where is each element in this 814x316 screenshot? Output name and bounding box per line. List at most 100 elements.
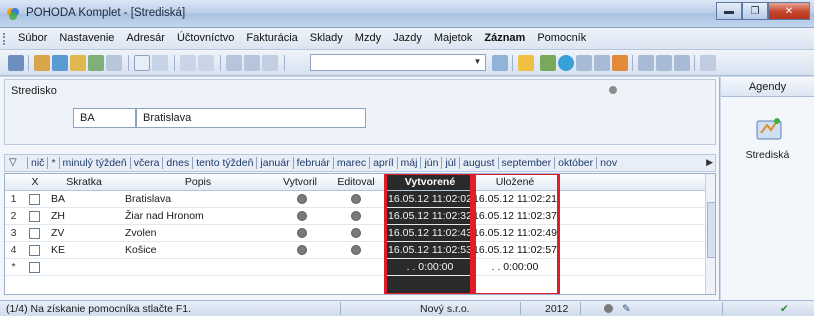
print-preview-icon[interactable] — [656, 55, 672, 71]
row-checkbox[interactable] — [29, 228, 40, 239]
filter-dnes[interactable]: dnes — [162, 157, 192, 169]
table-row[interactable]: 4 KE Košice 16.05.12 11:02:53 16.05.12 1… — [5, 242, 705, 259]
filter-icon[interactable] — [492, 55, 508, 71]
stock-icon[interactable] — [88, 55, 104, 71]
copy-icon[interactable] — [262, 55, 278, 71]
filter-april[interactable]: apríl — [369, 157, 396, 169]
forward-arrow-icon[interactable] — [198, 55, 214, 71]
col-popis[interactable]: Popis — [123, 176, 273, 188]
filter-all[interactable]: * — [47, 157, 58, 169]
quick-search-combo[interactable]: ▼ — [310, 54, 486, 71]
cell-popis: Žiar nad Hronom — [125, 210, 204, 222]
menu-nastavenie[interactable]: Nastavenie — [53, 32, 120, 44]
agenda-icon[interactable] — [8, 55, 24, 71]
filter-tento-tyzden[interactable]: tento týždeň — [192, 157, 256, 169]
menu-pomocnik[interactable]: Pomocník — [531, 32, 592, 44]
menu-mzdy[interactable]: Mzdy — [349, 32, 387, 44]
row-number: * — [11, 261, 16, 273]
users-icon[interactable] — [612, 55, 628, 71]
main-content: Stredisko BA Bratislava ▽ nič * minulý t… — [0, 77, 720, 300]
col-editoval[interactable]: Editoval — [327, 176, 385, 188]
table-row[interactable]: 1 BA Bratislava 16.05.12 11:02:02 16.05.… — [5, 191, 705, 208]
record-form: Stredisko BA Bratislava — [4, 79, 716, 145]
filter-februar[interactable]: február — [292, 157, 333, 169]
new-record-icon[interactable] — [134, 55, 150, 71]
filter-funnel-icon[interactable]: ▽ — [9, 157, 23, 170]
menu-zaznam[interactable]: Záznam — [478, 32, 531, 44]
col-x[interactable]: X — [29, 176, 41, 188]
help-icon[interactable] — [700, 55, 716, 71]
address-icon[interactable] — [52, 55, 68, 71]
globe-icon[interactable] — [558, 55, 574, 71]
new-record-row[interactable]: * . . 0:00:00 . . 0:00:00 — [5, 259, 705, 276]
filter-nic[interactable]: nič — [27, 157, 47, 169]
report-icon[interactable] — [106, 55, 122, 71]
agenda-panel: Agendy Strediská — [721, 77, 814, 300]
status-hint: (1/4) Na získanie pomocníka stlačte F1. — [6, 303, 191, 315]
close-button[interactable]: ✕ — [768, 2, 810, 20]
form-section-label: Stredisko — [11, 85, 57, 97]
filter-september[interactable]: september — [497, 157, 555, 169]
grid-scrollbar[interactable] — [705, 174, 715, 294]
filter-oktober[interactable]: október — [554, 157, 596, 169]
highlight-created-column — [384, 174, 476, 294]
minimize-button[interactable]: ▬ — [716, 2, 742, 20]
calendar-icon[interactable] — [576, 55, 592, 71]
agenda-item-strediska[interactable]: Strediská — [721, 149, 814, 161]
folder-icon[interactable] — [518, 55, 534, 71]
row-number: 2 — [10, 210, 17, 222]
filter-vcera[interactable]: včera — [129, 157, 163, 169]
invoice-icon[interactable] — [70, 55, 86, 71]
menu-adresar[interactable]: Adresár — [120, 32, 171, 44]
toolbar: ▼ — [0, 50, 814, 76]
chevron-down-icon[interactable]: ▼ — [472, 57, 483, 68]
home-icon[interactable] — [34, 55, 50, 71]
filter-november[interactable]: nov — [596, 157, 620, 169]
table-row[interactable]: 3 ZV Zvolen 16.05.12 11:02:43 16.05.12 1… — [5, 225, 705, 242]
filter-marec[interactable]: marec — [332, 157, 369, 169]
export-icon[interactable] — [674, 55, 690, 71]
menu-subor[interactable]: Súbor — [12, 32, 53, 44]
table-icon[interactable] — [594, 55, 610, 71]
row-checkbox[interactable] — [29, 194, 40, 205]
row-checkbox[interactable] — [29, 211, 40, 222]
edited-by-icon — [351, 211, 361, 221]
filter-januar[interactable]: január — [256, 157, 292, 169]
table-row[interactable]: 2 ZH Žiar nad Hronom 16.05.12 11:02:32 1… — [5, 208, 705, 225]
code-field[interactable]: BA — [73, 108, 136, 128]
row-checkbox[interactable] — [29, 245, 40, 256]
col-skratka[interactable]: Skratka — [49, 176, 119, 188]
filter-august[interactable]: august — [458, 157, 498, 169]
tools-icon[interactable] — [540, 55, 556, 71]
cell-skratka: BA — [51, 193, 66, 205]
print-icon[interactable] — [638, 55, 654, 71]
scrollbar-thumb[interactable] — [707, 202, 715, 258]
save-all-icon[interactable] — [244, 55, 260, 71]
menu-fakturacia[interactable]: Fakturácia — [240, 32, 303, 44]
created-by-icon — [297, 245, 307, 255]
edit-icon[interactable] — [152, 55, 168, 71]
maximize-button[interactable]: ❐ — [742, 2, 768, 20]
created-by-icon — [297, 194, 307, 204]
menu-majetok[interactable]: Majetok — [428, 32, 479, 44]
status-bar: (1/4) Na získanie pomocníka stlačte F1. … — [0, 300, 814, 316]
menu-uctovnictvo[interactable]: Účtovníctvo — [171, 32, 240, 44]
window-title: POHODA Komplet - [Strediská] — [26, 7, 186, 19]
filter-jun[interactable]: jún — [420, 157, 441, 169]
row-checkbox[interactable] — [29, 262, 40, 273]
filter-minuly-tyzden[interactable]: minulý týždeň — [58, 157, 130, 169]
strediska-icon[interactable] — [755, 115, 783, 141]
col-vytvoril[interactable]: Vytvoril — [273, 176, 327, 188]
filter-maj[interactable]: máj — [396, 157, 421, 169]
menu-jazdy[interactable]: Jazdy — [387, 32, 428, 44]
name-field[interactable]: Bratislava — [136, 108, 366, 128]
chevron-right-icon[interactable]: ▶ — [706, 157, 713, 168]
menu-sklady[interactable]: Sklady — [304, 32, 349, 44]
back-arrow-icon[interactable] — [180, 55, 196, 71]
save-icon[interactable] — [226, 55, 242, 71]
records-grid: X Skratka Popis Vytvoril Editoval Vytvor… — [4, 173, 716, 295]
title-bar: POHODA Komplet - [Strediská] ▬ ❐ ✕ — [0, 0, 814, 28]
filter-jul[interactable]: júl — [441, 157, 459, 169]
cell-skratka: KE — [51, 244, 66, 256]
status-year: 2012 — [545, 303, 569, 315]
